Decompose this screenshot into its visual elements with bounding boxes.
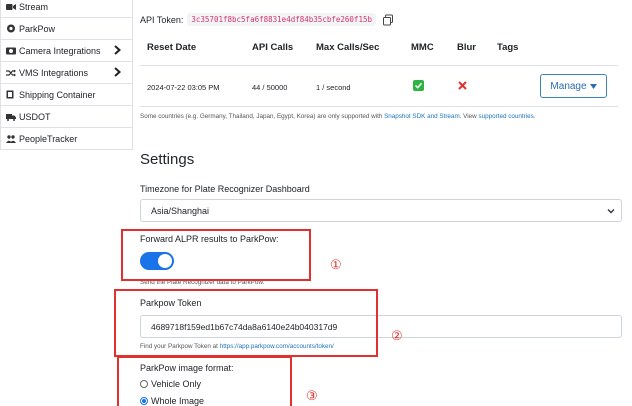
parkpow-logo-icon bbox=[6, 24, 16, 33]
sidebar-item-label: Camera Integrations bbox=[19, 45, 101, 56]
sidebar-item-camera-integrations[interactable]: Camera Integrations bbox=[0, 40, 133, 62]
sidebar-item-parkpow[interactable]: ParkPow bbox=[0, 18, 133, 40]
chevron-right-icon bbox=[114, 45, 122, 55]
sidebar-item-label: ParkPow bbox=[19, 23, 56, 34]
annotation-number-3: ③ bbox=[306, 388, 318, 403]
cell-max-calls: 1 / second bbox=[316, 83, 351, 92]
manage-button[interactable]: Manage bbox=[540, 74, 607, 98]
container-icon bbox=[6, 90, 16, 99]
annotation-box-1 bbox=[121, 229, 311, 281]
annotation-box-2 bbox=[114, 289, 378, 357]
annotation-number-2: ② bbox=[391, 328, 403, 343]
sidebar-item-vms-integrations[interactable]: VMS Integrations bbox=[0, 62, 133, 84]
timezone-label: Timezone for Plate Recognizer Dashboard bbox=[140, 184, 310, 194]
snapshot-sdk-link[interactable]: Snapshot SDK and Stream bbox=[384, 113, 460, 120]
api-token-label: API Token: bbox=[140, 14, 184, 25]
sidebar-item-label: VMS Integrations bbox=[19, 67, 89, 78]
annotation-box-3 bbox=[117, 356, 292, 406]
chevron-right-icon bbox=[114, 67, 122, 77]
sidebar-item-label: Stream bbox=[19, 1, 49, 12]
cell-api-calls: 44 / 50000 bbox=[252, 83, 288, 92]
countries-note: Some countries (e.g. Germany, Thailand, … bbox=[140, 113, 536, 120]
api-token-value: 3c35701f8bc5fa6f8831e4df84b35cbfe260f15b bbox=[187, 13, 376, 26]
manage-button-label: Manage bbox=[550, 80, 587, 92]
shuffle-icon bbox=[6, 68, 16, 77]
api-token-row: API Token: 3c35701f8bc5fa6f8831e4df84b35… bbox=[140, 13, 394, 26]
table-divider bbox=[140, 65, 618, 66]
note-text: . View bbox=[459, 113, 479, 120]
copy-icon[interactable] bbox=[382, 14, 394, 26]
people-icon bbox=[6, 134, 16, 143]
mmc-check-icon bbox=[413, 80, 424, 91]
table-header-max-calls: Max Calls/Sec bbox=[316, 42, 380, 53]
note-text: Some countries (e.g. Germany, Thailand, … bbox=[140, 113, 385, 120]
table-header-blur: Blur bbox=[457, 42, 476, 53]
sidebar-item-stream[interactable]: Stream bbox=[0, 0, 133, 18]
sidebar-item-label: PeopleTracker bbox=[19, 133, 78, 144]
table-header-api-calls: API Calls bbox=[252, 42, 294, 53]
table-divider bbox=[140, 106, 618, 107]
sidebar-item-label: USDOT bbox=[19, 111, 51, 122]
settings-title: Settings bbox=[140, 151, 195, 168]
table-header-reset-date: Reset Date bbox=[147, 42, 197, 53]
table-header-mmc: MMC bbox=[411, 42, 434, 53]
truck-icon bbox=[6, 112, 16, 121]
caret-down-icon bbox=[589, 83, 597, 89]
sidebar-item-usdot[interactable]: USDOT bbox=[0, 106, 133, 128]
table-header-tags: Tags bbox=[497, 42, 519, 53]
sidebar-item-shipping-container[interactable]: Shipping Container bbox=[0, 84, 133, 106]
sidebar-item-label: Shipping Container bbox=[19, 89, 96, 100]
cell-reset-date: 2024-07-22 03:05 PM bbox=[147, 83, 220, 92]
video-camera-icon bbox=[6, 2, 16, 11]
camera-icon bbox=[6, 46, 16, 55]
annotation-number-1: ① bbox=[330, 257, 342, 272]
timezone-value: Asia/Shanghai bbox=[151, 205, 210, 216]
sidebar-item-peopletracker[interactable]: PeopleTracker bbox=[0, 128, 133, 150]
note-text: . bbox=[533, 113, 536, 120]
timezone-select[interactable]: Asia/Shanghai bbox=[140, 199, 622, 222]
supported-countries-link[interactable]: supported countries bbox=[478, 113, 533, 120]
blur-cross-icon bbox=[458, 81, 467, 90]
chevron-down-icon bbox=[607, 209, 615, 214]
